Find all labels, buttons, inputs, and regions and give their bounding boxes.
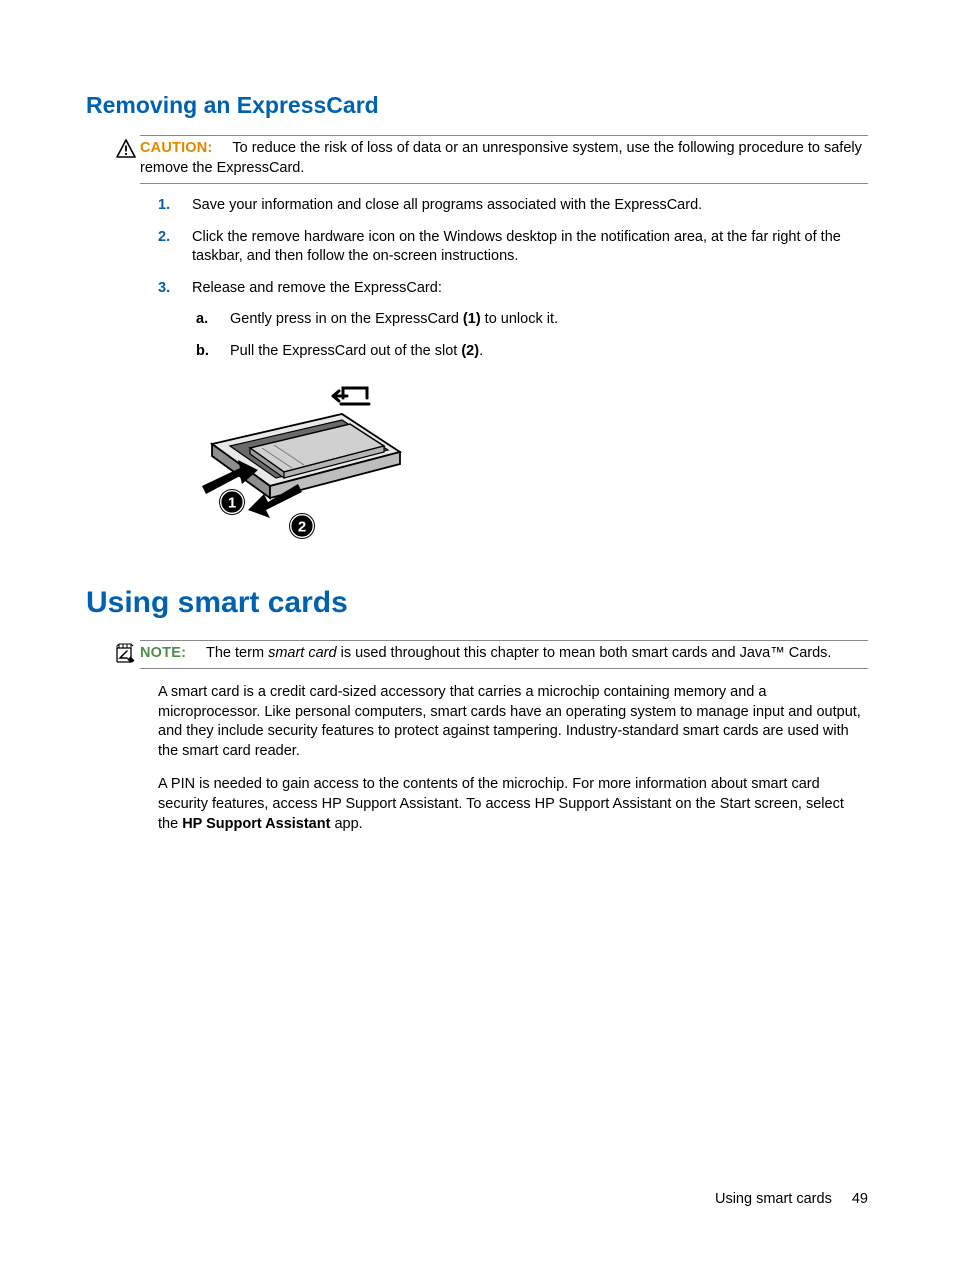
substep-b: b. Pull the ExpressCard out of the slot … [196,342,868,362]
note-text-em: smart card [268,645,337,661]
heading-removing-expresscard: Removing an ExpressCard [86,90,868,121]
para2-post: app. [330,816,362,832]
caution-icon [116,139,136,159]
substep-letter: b. [196,342,209,362]
step-number: 2. [158,228,170,248]
step-2: 2. Click the remove hardware icon on the… [158,228,868,267]
substep-a: a. Gently press in on the ExpressCard (1… [196,310,868,330]
substep-callout-ref: (1) [463,311,481,327]
note-text-post: is used throughout this chapter to mean … [337,645,832,661]
callout-2: 2 [289,513,315,539]
para2-bold: HP Support Assistant [182,816,330,832]
callout-1: 1 [219,489,245,515]
footer-page-number: 49 [852,1191,868,1207]
paragraph-smartcard-desc: A smart card is a credit card-sized acce… [158,683,868,761]
step-3: 3. Release and remove the ExpressCard: a… [158,279,868,362]
step-number: 1. [158,196,170,216]
caution-label: CAUTION: [140,140,212,156]
substep-text-pre: Pull the ExpressCard out of the slot [230,343,461,359]
substeps-list: a. Gently press in on the ExpressCard (1… [196,310,868,361]
substep-text-post: . [479,343,483,359]
caution-text: To reduce the risk of loss of data or an… [140,140,862,176]
svg-text:2: 2 [298,518,306,535]
caution-callout: CAUTION: To reduce the risk of loss of d… [140,135,868,184]
paragraph-smartcard-pin: A PIN is needed to gain access to the co… [158,775,868,834]
note-label: NOTE: [140,645,186,661]
step-text: Release and remove the ExpressCard: [192,280,442,296]
page-footer: Using smart cards 49 [715,1190,868,1210]
expresscard-illustration: 1 2 [192,374,868,556]
step-number: 3. [158,279,170,299]
step-text: Save your information and close all prog… [192,197,702,213]
substep-text-post: to unlock it. [481,311,558,327]
substep-letter: a. [196,310,208,330]
note-icon [114,643,136,665]
note-text-pre: The term [206,645,268,661]
steps-list: 1. Save your information and close all p… [158,196,868,361]
step-text: Click the remove hardware icon on the Wi… [192,229,841,265]
svg-text:1: 1 [228,494,236,511]
heading-using-smart-cards: Using smart cards [86,583,868,624]
footer-section-label: Using smart cards [715,1191,832,1207]
note-callout: NOTE: The term smart card is used throug… [140,640,868,670]
substep-text-pre: Gently press in on the ExpressCard [230,311,463,327]
step-1: 1. Save your information and close all p… [158,196,868,216]
substep-callout-ref: (2) [461,343,479,359]
